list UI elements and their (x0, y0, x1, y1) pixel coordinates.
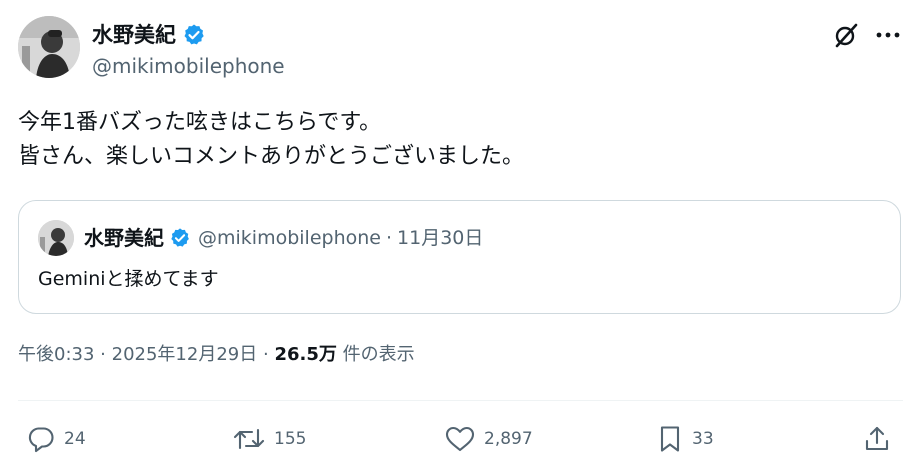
meta-separator: · (262, 344, 269, 365)
quote-author-name[interactable]: 水野美紀 (84, 225, 164, 251)
post-text-line-2: 皆さん、楽しいコメントありがとうございました。 (18, 144, 525, 169)
repost-icon (232, 424, 266, 454)
post-text: 今年1番バズった呟きはこちらです。 皆さん、楽しいコメントありがとうございました… (18, 106, 524, 174)
share-icon (862, 424, 892, 454)
author-name[interactable]: 水野美紀 (92, 22, 176, 48)
post-date[interactable]: 2025年12月29日 (112, 344, 258, 365)
reply-icon (26, 424, 56, 454)
quote-header: 水野美紀 @mikimobilephone · 11月30日 (84, 225, 483, 251)
author-handle[interactable]: @mikimobilephone (92, 53, 285, 79)
quote-avatar[interactable] (38, 220, 74, 256)
views-count: 26.5万 (274, 344, 337, 365)
like-icon (444, 424, 476, 454)
quoted-post[interactable] (18, 200, 901, 314)
verified-badge-icon (182, 23, 206, 47)
post-text-line-1: 今年1番バズった呟きはこちらです。 (18, 110, 382, 135)
bookmark-button[interactable]: 33 (656, 423, 714, 455)
divider (18, 400, 903, 401)
meta-separator: · (100, 344, 106, 365)
quote-separator: · (385, 227, 393, 249)
quote-date[interactable]: 11月30日 (397, 225, 483, 251)
like-button[interactable]: 2,897 (444, 423, 533, 455)
quote-author-handle[interactable]: @mikimobilephone (198, 225, 381, 251)
post-time[interactable]: 午後0:33 (18, 344, 94, 365)
repost-button[interactable]: 155 (232, 423, 306, 455)
reply-count: 24 (64, 429, 86, 449)
repost-count: 155 (274, 429, 307, 449)
views-label: 件の表示 (342, 344, 415, 365)
author-name-row[interactable]: 水野美紀 (92, 22, 206, 48)
author-avatar[interactable] (18, 16, 80, 78)
reply-button[interactable]: 24 (26, 423, 86, 455)
bookmark-count: 33 (692, 429, 714, 449)
more-icon[interactable] (874, 22, 902, 48)
like-count: 2,897 (484, 429, 533, 449)
post-meta: 午後0:33 · 2025年12月29日 · 26.5万 件の表示 (18, 342, 415, 368)
quote-text: Geminiと揉めてます (38, 268, 219, 290)
grok-icon[interactable] (831, 20, 861, 50)
share-button[interactable] (862, 423, 892, 455)
bookmark-icon (656, 424, 684, 454)
verified-badge-icon (169, 227, 191, 249)
